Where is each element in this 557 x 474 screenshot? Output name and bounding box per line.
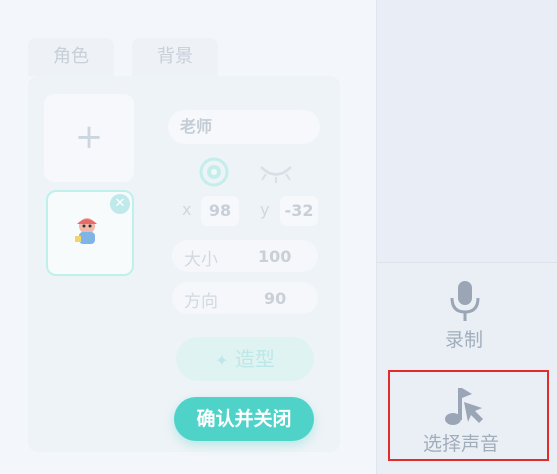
size-value: 100 <box>258 247 292 266</box>
microphone-icon <box>448 280 482 326</box>
hide-eye-icon[interactable] <box>258 162 294 188</box>
shape-button[interactable]: ✦ 造型 <box>176 337 314 381</box>
x-label: x <box>182 200 192 219</box>
sprite-image <box>70 214 104 252</box>
show-eye-icon[interactable] <box>198 156 230 192</box>
record-label: 录制 <box>445 329 484 351</box>
wand-icon: ✦ <box>215 351 229 370</box>
x-input[interactable]: 98 <box>201 196 239 226</box>
sprite-name-field[interactable]: 老师 <box>168 110 320 144</box>
music-note-cursor-icon <box>442 384 488 432</box>
shape-button-label: 造型 <box>234 347 275 371</box>
tab-role[interactable]: 角色 <box>28 38 114 76</box>
delete-sprite-icon[interactable]: ✕ <box>110 194 130 214</box>
confirm-close-button[interactable]: 确认并关闭 <box>174 397 314 441</box>
y-input[interactable]: -32 <box>280 196 318 226</box>
y-label: y <box>260 200 270 219</box>
direction-value: 90 <box>264 289 287 308</box>
direction-label: 方向 <box>184 292 218 312</box>
add-sprite-button[interactable]: + <box>44 94 134 182</box>
sound-panel-top <box>377 0 557 262</box>
tab-background[interactable]: 背景 <box>132 38 218 76</box>
select-sound-label: 选择声音 <box>423 433 500 455</box>
size-label: 大小 <box>184 250 218 270</box>
